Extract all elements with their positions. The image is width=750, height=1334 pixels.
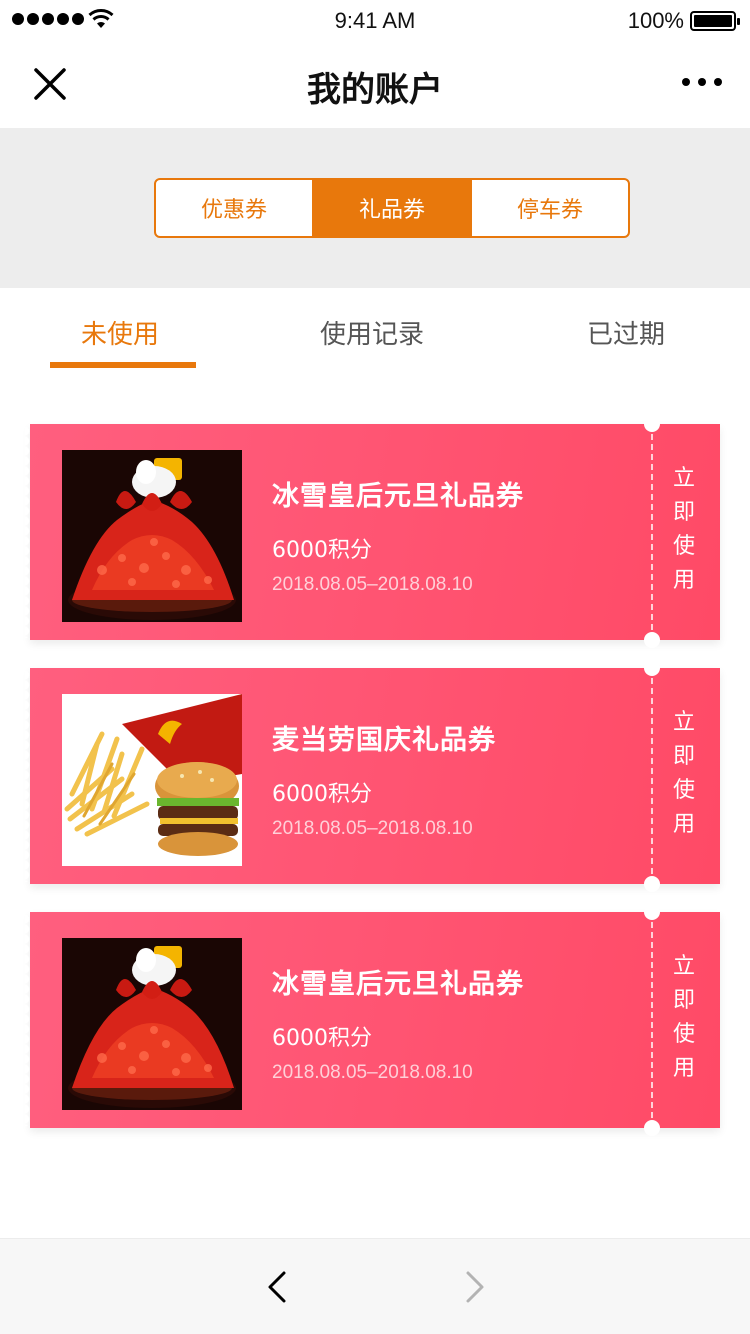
browser-toolbar — [0, 1238, 750, 1334]
coupon-type-segment: 优惠券 礼品券 停车券 — [154, 178, 630, 238]
use-now-button[interactable]: 立即使用 — [666, 950, 702, 1086]
coupon-notch — [644, 876, 660, 892]
coupon-notch — [644, 904, 660, 920]
tab-usage-history[interactable]: 使用记录 — [320, 314, 424, 351]
coupon-card[interactable]: 麦当劳国庆礼品券 6000积分 2018.08.05–2018.08.10 立即… — [25, 660, 720, 892]
coupon-notch — [644, 416, 660, 432]
coupon-card[interactable]: 冰雪皇后元旦礼品券 6000积分 2018.08.05–2018.08.10 立… — [25, 904, 720, 1136]
tab-indicator — [50, 362, 196, 368]
tab-unused[interactable]: 未使用 — [81, 314, 159, 351]
coupon-points: 6000积分 — [272, 538, 372, 563]
battery-percentage: 100% — [627, 8, 684, 33]
coupon-notch — [644, 632, 660, 648]
page-title: 我的账户 — [307, 70, 443, 110]
segment-gift-coupon[interactable]: 礼品券 — [314, 180, 472, 236]
status-tabs: 未使用 使用记录 已过期 — [0, 288, 750, 368]
status-bar: 9:41 AM 100% — [0, 0, 750, 40]
burger-fries-image — [62, 694, 242, 866]
coupon-notch — [644, 1120, 660, 1136]
tab-expired[interactable]: 已过期 — [587, 314, 665, 351]
battery-icon — [690, 11, 740, 31]
coupon-card[interactable]: 冰雪皇后元旦礼品券 6000积分 2018.08.05–2018.08.10 立… — [25, 416, 720, 648]
coupon-title: 冰雪皇后元旦礼品券 — [272, 969, 524, 1000]
coupon-title: 冰雪皇后元旦礼品券 — [272, 481, 524, 512]
strawberry-dessert-image — [62, 450, 242, 622]
more-icon[interactable] — [682, 78, 722, 86]
segment-area: 优惠券 礼品券 停车券 — [0, 128, 750, 288]
coupon-points: 6000积分 — [272, 782, 372, 807]
coupon-serrated-edge — [25, 914, 35, 1126]
segment-parking-coupon[interactable]: 停车券 — [472, 180, 628, 236]
coupon-validity-date: 2018.08.05–2018.08.10 — [272, 818, 473, 839]
coupon-title: 麦当劳国庆礼品券 — [272, 725, 496, 756]
coupon-points: 6000积分 — [272, 1026, 372, 1051]
coupon-notch — [644, 660, 660, 676]
use-now-button[interactable]: 立即使用 — [666, 462, 702, 598]
nav-bar: 我的账户 — [0, 40, 750, 128]
coupon-serrated-edge — [25, 426, 35, 638]
forward-arrow-icon[interactable] — [460, 1267, 490, 1307]
coupon-validity-date: 2018.08.05–2018.08.10 — [272, 574, 473, 595]
strawberry-dessert-image — [62, 938, 242, 1110]
coupon-divider — [651, 678, 653, 874]
segment-discount-coupon[interactable]: 优惠券 — [156, 180, 314, 236]
coupon-divider — [651, 434, 653, 630]
use-now-button[interactable]: 立即使用 — [666, 706, 702, 842]
coupon-divider — [651, 922, 653, 1118]
coupon-serrated-edge — [25, 670, 35, 882]
coupon-validity-date: 2018.08.05–2018.08.10 — [272, 1062, 473, 1083]
back-arrow-icon[interactable] — [262, 1267, 292, 1307]
